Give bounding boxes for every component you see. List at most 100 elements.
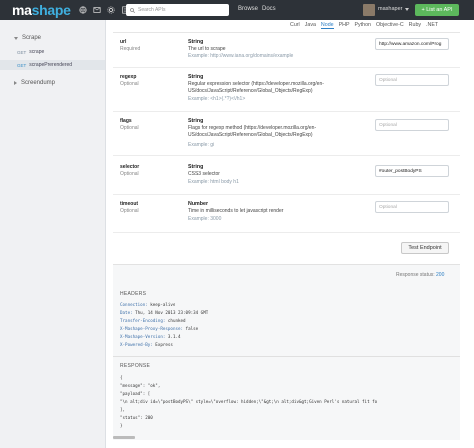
test-endpoint-button[interactable]: Test Endpoint <box>401 242 449 254</box>
response-status-label: Response status: <box>396 272 435 278</box>
response-panel <box>113 264 460 440</box>
url-field[interactable]: http://www.amazon.com/Prog <box>375 38 449 50</box>
header-line: X-Mashape-Version: 3.1.4 <box>120 334 181 339</box>
docs-link[interactable]: Docs <box>262 6 276 12</box>
header-key: X-Mashape-Version: <box>120 334 166 339</box>
method-badge: GET <box>17 49 27 55</box>
code-line: } <box>120 423 123 428</box>
param-description: Flags for regexp method (https://develop… <box>188 125 317 138</box>
header-line: Transfer-Encoding: chunked <box>120 318 186 323</box>
param-name: timeout <box>120 201 139 207</box>
browse-link[interactable]: Browse <box>238 6 258 12</box>
header-key: X-Mashape-Proxy-Response: <box>120 326 184 331</box>
logo-text-shape: shape <box>31 2 71 18</box>
avatar[interactable] <box>363 4 375 16</box>
param-required: Optional <box>120 81 139 87</box>
param-example: Example: gi <box>188 142 215 148</box>
param-name: regexp <box>120 74 137 80</box>
sidebar-section-label: Scrape <box>22 35 42 41</box>
param-type: String <box>188 39 204 45</box>
header-key: Transfer-Encoding: <box>120 318 166 323</box>
tab-ruby[interactable]: Ruby <box>409 22 421 29</box>
list-api-button[interactable]: + List an API <box>415 4 459 16</box>
code-line: "message": "ok", <box>120 383 161 388</box>
param-example: Example: http://www.iana.org/domains/exa… <box>188 53 294 59</box>
header-line: Connection: keep-alive <box>120 302 175 307</box>
tab-python[interactable]: Python <box>355 22 372 29</box>
code-line: { <box>120 375 123 380</box>
response-title: RESPONSE <box>120 363 151 369</box>
param-row-timeout: timeout Optional Number Time in millisec… <box>113 195 460 233</box>
sidebar-item-scrape[interactable]: GET scrape <box>0 47 105 57</box>
code-line: "payload": [ <box>120 391 151 396</box>
param-type: String <box>188 74 204 80</box>
chevron-right-icon <box>14 81 17 85</box>
sidebar-section-label: Screendump <box>21 80 56 86</box>
param-required: Optional <box>120 208 139 214</box>
param-row-selector: selector Optional String CSS3 selector E… <box>113 156 460 195</box>
code-line: "\n alt;div id=\"postBodyPS\" style=\"ov… <box>120 399 378 404</box>
param-description: Time in milliseconds to let javascript r… <box>188 208 284 214</box>
search-input[interactable]: Search APIs <box>126 4 229 16</box>
param-example: Example: <h1>(.*?)<\/h1> <box>188 96 246 102</box>
param-description: The url to scrape <box>188 46 226 52</box>
mashape-logo[interactable]: mashape <box>12 2 71 18</box>
selector-field[interactable]: #outer_postBodyPS <box>375 165 449 177</box>
param-description: Regular expression selector (https://dev… <box>188 81 324 94</box>
header-value: chunked <box>165 318 186 323</box>
header-line: X-Powered-By: Express <box>120 342 173 347</box>
globe-icon[interactable] <box>79 6 87 14</box>
header-value: Thu, 14 Nov 2013 23:09:34 GMT <box>132 310 209 315</box>
header-key: X-Powered-By: <box>120 342 153 347</box>
header-line: Date: Thu, 14 Nov 2013 23:09:34 GMT <box>120 310 208 315</box>
top-navbar: mashape <box>0 0 474 20</box>
sidebar-item-scrape-prerendered[interactable]: GET scrapePrerendered <box>0 60 105 70</box>
sidebar-item-label: scrape <box>29 49 45 55</box>
sidebar-section-screendump[interactable]: Screendump <box>14 80 55 86</box>
tab-dotnet[interactable]: .NET <box>426 22 438 29</box>
flags-field[interactable]: Optional <box>375 119 449 131</box>
code-line: ], <box>120 407 126 412</box>
chevron-down-icon[interactable] <box>405 8 409 11</box>
param-type: String <box>188 118 204 124</box>
header-value: false <box>183 326 199 331</box>
header-value: Express <box>152 342 173 347</box>
method-badge: GET <box>17 62 27 68</box>
tab-java[interactable]: Java <box>305 22 316 29</box>
regexp-field[interactable]: Optional <box>375 74 449 86</box>
param-row-url: url Required String The url to scrape Ex… <box>113 33 460 68</box>
param-type: String <box>188 164 204 170</box>
header-value: 3.1.4 <box>165 334 181 339</box>
mail-icon[interactable] <box>93 6 101 14</box>
horizontal-scrollbar[interactable] <box>113 436 135 439</box>
language-tabs: Curl Java Node PHP Python Objective-C Ru… <box>290 22 438 29</box>
timeout-field[interactable]: Optional <box>375 201 449 213</box>
header-line: X-Mashape-Proxy-Response: false <box>120 326 198 331</box>
tab-curl[interactable]: Curl <box>290 22 300 29</box>
param-name: url <box>120 39 127 45</box>
search-placeholder: Search APIs <box>138 7 166 13</box>
response-status: Response status: 200 <box>396 272 444 278</box>
param-required: Optional <box>120 171 139 177</box>
username-label[interactable]: mashaper <box>378 6 402 12</box>
tab-objective-c[interactable]: Objective-C <box>376 22 404 29</box>
sidebar-section-scrape[interactable]: Scrape <box>14 35 41 41</box>
param-name: flags <box>120 118 132 124</box>
header-key: Connection: <box>120 302 148 307</box>
header-key: Date: <box>120 310 133 315</box>
search-icon <box>130 7 135 13</box>
headers-title: HEADERS <box>120 291 147 297</box>
sidebar-item-label: scrapePrerendered <box>29 62 73 68</box>
param-description: CSS3 selector <box>188 171 220 177</box>
settings-icon[interactable] <box>107 6 115 14</box>
param-row-regexp: regexp Optional String Regular expressio… <box>113 68 460 112</box>
tab-node[interactable]: Node <box>320 22 334 29</box>
param-required: Optional <box>120 125 139 131</box>
param-example: Example: html body h1 <box>188 179 239 185</box>
tab-php[interactable]: PHP <box>339 22 350 29</box>
logo-text-ma: ma <box>12 2 32 18</box>
param-row-flags: flags Optional String Flags for regexp m… <box>113 112 460 156</box>
param-example: Example: 3000 <box>188 216 222 222</box>
param-required: Required <box>120 46 141 52</box>
param-type: Number <box>188 201 209 207</box>
